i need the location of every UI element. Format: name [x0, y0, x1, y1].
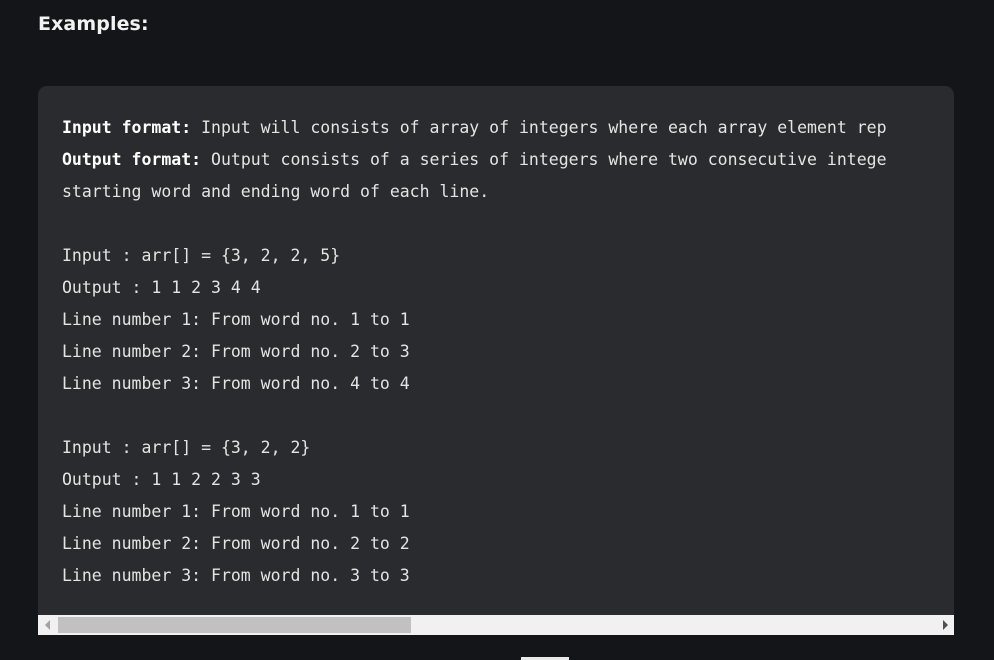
scroll-right-button[interactable]: [936, 615, 954, 635]
example2-output: Output : 1 1 2 2 3 3: [62, 470, 261, 489]
triangle-left-icon: [44, 620, 50, 630]
example2-line-3: Line number 3: From word no. 3 to 3: [62, 566, 410, 585]
example2-line-2: Line number 2: From word no. 2 to 2: [62, 534, 410, 553]
example1-line-2: Line number 2: From word no. 2 to 3: [62, 342, 410, 361]
code-block: Input format: Input will consists of arr…: [38, 86, 954, 615]
input-format-text: Input will consists of array of integers…: [191, 118, 887, 137]
input-format-label: Input format:: [62, 118, 192, 137]
output-format-label: Output format:: [62, 150, 202, 169]
input-format-line: Input format: Input will consists of arr…: [62, 112, 887, 144]
example1-input: Input : arr[] = {3, 2, 2, 5}: [62, 246, 341, 265]
section-heading: Examples:: [38, 13, 149, 35]
example1-line-1: Line number 1: From word no. 1 to 1: [62, 310, 410, 329]
example1-output: Output : 1 1 2 3 4 4: [62, 278, 261, 297]
triangle-right-icon: [942, 620, 948, 630]
output-format-line: Output format: Output consists of a seri…: [62, 144, 887, 176]
example1-line-3: Line number 3: From word no. 4 to 4: [62, 374, 410, 393]
scrollbar-thumb[interactable]: [58, 617, 411, 633]
example2-line-1: Line number 1: From word no. 1 to 1: [62, 502, 410, 521]
output-format-text: Output consists of a series of integers …: [201, 150, 887, 169]
output-format-continuation: starting word and ending word of each li…: [62, 182, 490, 201]
example2-input: Input : arr[] = {3, 2, 2}: [62, 438, 311, 457]
horizontal-scrollbar[interactable]: [38, 615, 954, 635]
code-text: Input format: Input will consists of arr…: [62, 112, 887, 592]
scroll-left-button[interactable]: [38, 615, 56, 635]
